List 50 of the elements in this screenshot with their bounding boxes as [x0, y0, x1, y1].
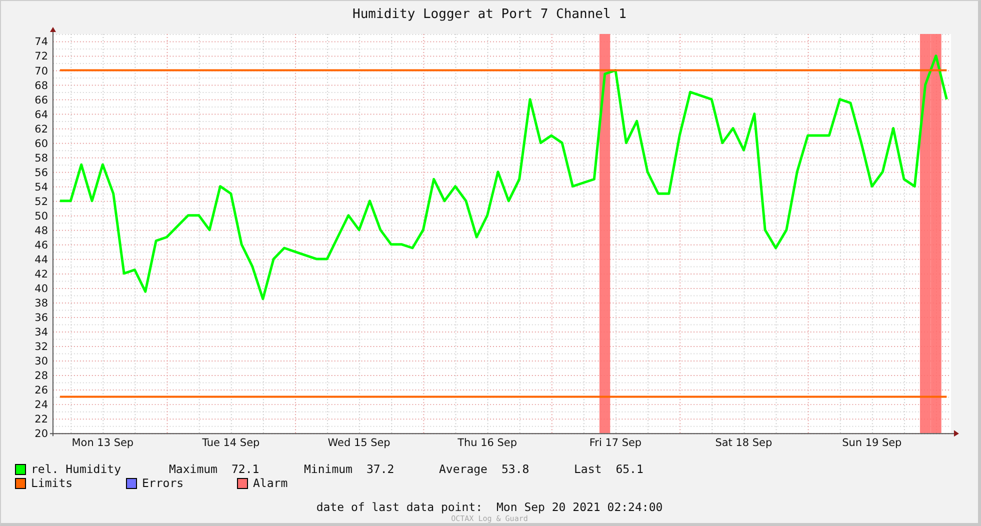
y-tick-label: 40	[34, 282, 48, 295]
y-tick-label: 72	[34, 50, 48, 63]
x-tick-label: Fri 17 Sep	[589, 437, 642, 450]
x-tick-label: Sun 19 Sep	[842, 437, 902, 450]
y-tick-label: 50	[34, 210, 48, 222]
stat-value: 53.8	[501, 462, 530, 476]
x-tick-label: Wed 15 Sep	[328, 437, 390, 450]
y-tick-label: 20	[34, 428, 48, 440]
y-tick-label: 68	[34, 80, 48, 92]
legend-label: Errors	[142, 476, 184, 490]
stat-value: 65.1	[616, 462, 644, 476]
date-label: date of last data point:	[316, 500, 482, 514]
y-tick-label: 38	[34, 297, 48, 310]
stat-label: Average	[439, 462, 488, 476]
legend-label: Limits	[31, 476, 73, 490]
y-tick-label: 62	[34, 123, 48, 136]
legend-label: rel. Humidity	[31, 462, 122, 476]
y-tick-label: 64	[34, 108, 48, 121]
stat-label: Last	[574, 462, 602, 476]
y-tick-label: 74	[34, 36, 48, 48]
y-tick-label: 44	[34, 254, 48, 266]
y-tick-label: 30	[34, 355, 48, 368]
chart-title: Humidity Logger at Port 7 Channel 1	[352, 7, 626, 22]
x-tick-label: Sat 18 Sep	[715, 437, 772, 450]
stat-value: 37.2	[366, 462, 394, 476]
stat-value: 72.1	[231, 462, 260, 476]
y-tick-label: 60	[34, 138, 48, 150]
y-tick-label: 66	[34, 94, 48, 106]
y-tick-label: 28	[34, 370, 48, 382]
date-value: Mon Sep 20 2021 02:24:00	[496, 500, 663, 514]
y-tick-label: 26	[34, 384, 48, 396]
x-tick-label: Thu 16 Sep	[458, 437, 517, 450]
y-tick-label: 24	[34, 399, 48, 411]
y-tick-label: 58	[34, 152, 48, 164]
stat-label: Minimum	[304, 462, 352, 476]
y-tick-label: 52	[34, 196, 48, 208]
y-tick-label: 42	[34, 268, 48, 280]
y-tick-label: 56	[34, 166, 48, 179]
y-tick-label: 48	[34, 224, 48, 237]
y-tick-label: 34	[34, 326, 48, 338]
legend-label: Alarm	[253, 476, 288, 490]
y-tick-label: 46	[34, 239, 48, 252]
y-tick-label: 54	[34, 181, 48, 194]
y-tick-label: 22	[34, 414, 48, 426]
stat-label: Maximum	[169, 462, 218, 476]
x-tick-label: Mon 13 Sep	[72, 437, 134, 450]
y-tick-label: 36	[34, 312, 48, 324]
x-tick-label: Tue 14 Sep	[202, 437, 260, 450]
y-tick-label: 70	[34, 65, 48, 78]
y-tick-label: 32	[34, 340, 48, 353]
